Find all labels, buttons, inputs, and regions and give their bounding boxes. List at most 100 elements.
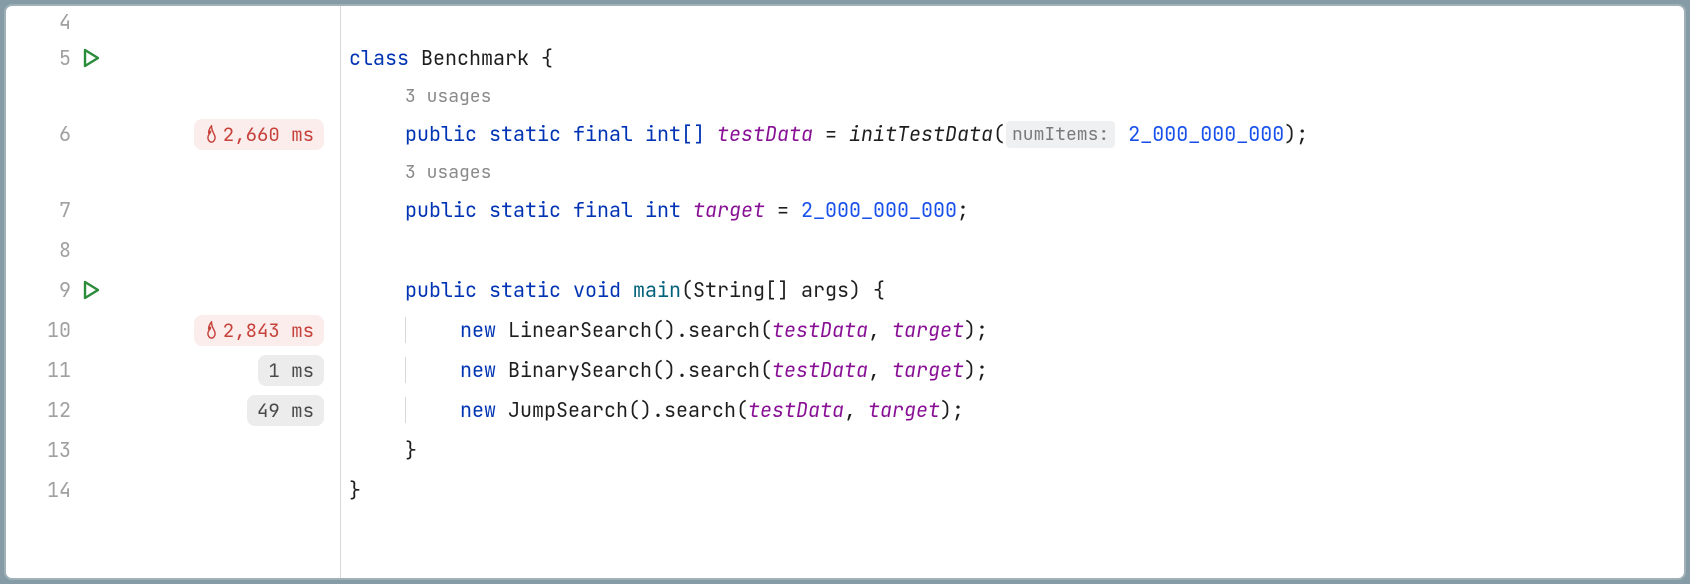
field-ref: target xyxy=(892,357,964,383)
field-ref: target xyxy=(892,317,964,343)
class-ref: JumpSearch xyxy=(508,397,628,423)
paren: ); xyxy=(1284,121,1308,147)
indent-guide xyxy=(405,397,406,423)
method-call: initTestData xyxy=(849,121,993,147)
comma: , xyxy=(844,397,868,423)
keyword: public xyxy=(405,277,477,303)
keyword: static xyxy=(489,197,561,223)
run-icon[interactable] xyxy=(81,48,101,68)
type: int[] xyxy=(645,121,705,147)
keyword: public xyxy=(405,121,477,147)
code-editor[interactable]: 4 5 6 xyxy=(6,6,1684,578)
code-line[interactable]: new LinearSearch().search(testData, targ… xyxy=(349,310,1684,350)
gutter-row: 14 xyxy=(6,470,332,510)
paren: ) xyxy=(849,277,861,303)
gutter-row: 12 49 ms xyxy=(6,390,332,430)
inlay-hint-row[interactable]: 3 usages xyxy=(349,78,1684,114)
field-ref: testData xyxy=(772,317,868,343)
code-line[interactable]: } xyxy=(349,470,1684,510)
call-chain: ().search( xyxy=(652,357,772,383)
keyword: public xyxy=(405,197,477,223)
code-area[interactable]: class Benchmark { 3 usages public static… xyxy=(341,6,1684,578)
field-ref: target xyxy=(868,397,940,423)
gutter-hint-spacer xyxy=(6,78,332,114)
class-ref: LinearSearch xyxy=(508,317,652,343)
indent-guide xyxy=(405,357,406,383)
brace: } xyxy=(405,437,417,463)
gutter-row: 6 2,660 ms xyxy=(6,114,332,154)
paren: ); xyxy=(940,397,964,423)
editor-frame: 4 5 6 xyxy=(4,4,1686,580)
inlay-hint-row[interactable]: 3 usages xyxy=(349,154,1684,190)
keyword: new xyxy=(460,357,496,383)
paren: ( xyxy=(681,277,693,303)
brace: } xyxy=(349,477,361,503)
field-ref: testData xyxy=(772,357,868,383)
keyword: new xyxy=(460,317,496,343)
call-chain: ().search( xyxy=(652,317,772,343)
paren: ( xyxy=(993,121,1005,147)
usages-hint[interactable]: 3 usages xyxy=(349,85,491,108)
code-line[interactable] xyxy=(349,230,1684,270)
number: 2_000_000_000 xyxy=(801,197,957,223)
call-chain: ().search( xyxy=(628,397,748,423)
method-name: main xyxy=(633,277,681,303)
line-number: 10 xyxy=(6,317,81,343)
code-line[interactable]: } xyxy=(349,430,1684,470)
gutter-row: 5 xyxy=(6,38,332,78)
code-line[interactable]: public static final int target = 2_000_0… xyxy=(349,190,1684,230)
gutter-hint-spacer xyxy=(6,154,332,190)
gutter-row: 13 xyxy=(6,430,332,470)
line-number: 8 xyxy=(6,237,81,263)
type: int xyxy=(645,197,681,223)
code-line[interactable]: class Benchmark { xyxy=(349,38,1684,78)
class-ref: BinarySearch xyxy=(508,357,652,383)
usages-hint[interactable]: 3 usages xyxy=(349,161,491,184)
timing-value: 2,660 ms xyxy=(223,122,314,147)
line-number: 13 xyxy=(6,437,81,463)
profile-timing-badge[interactable]: 1 ms xyxy=(258,355,324,386)
code-line[interactable]: new BinarySearch().search(testData, targ… xyxy=(349,350,1684,390)
field-ref: testData xyxy=(748,397,844,423)
comma: , xyxy=(868,357,892,383)
indent-guide xyxy=(405,317,406,343)
assign: = xyxy=(765,197,801,223)
line-number: 12 xyxy=(6,397,81,423)
keyword: new xyxy=(460,397,496,423)
run-icon[interactable] xyxy=(81,280,101,300)
line-number: 7 xyxy=(6,197,81,223)
parameter-hint: numItems: xyxy=(1006,121,1115,148)
gutter-row: 9 xyxy=(6,270,332,310)
code-line[interactable]: public static final int[] testData = ini… xyxy=(349,114,1684,154)
timing-value: 1 ms xyxy=(268,358,314,383)
assign: = xyxy=(813,121,849,147)
paren: ); xyxy=(964,357,988,383)
line-number: 14 xyxy=(6,477,81,503)
keyword: final xyxy=(573,197,633,223)
number: 2_000_000_000 xyxy=(1128,121,1284,147)
keyword: void xyxy=(573,277,621,303)
keyword: class xyxy=(349,45,409,71)
timing-value: 49 ms xyxy=(257,398,314,423)
brace: { xyxy=(529,45,553,71)
param: args xyxy=(801,277,849,303)
line-number: 6 xyxy=(6,121,81,147)
flame-icon xyxy=(204,321,219,339)
line-number: 11 xyxy=(6,357,81,383)
profile-timing-badge[interactable]: 49 ms xyxy=(247,395,324,426)
line-number: 5 xyxy=(6,45,81,71)
brace: { xyxy=(861,277,885,303)
code-line[interactable] xyxy=(349,6,1684,38)
keyword: static xyxy=(489,121,561,147)
field-name: testData xyxy=(717,121,813,147)
code-line[interactable]: new JumpSearch().search(testData, target… xyxy=(349,390,1684,430)
profile-timing-badge[interactable]: 2,660 ms xyxy=(194,119,324,150)
gutter-row: 7 xyxy=(6,190,332,230)
profile-timing-badge[interactable]: 2,843 ms xyxy=(194,315,324,346)
keyword: final xyxy=(573,121,633,147)
keyword: static xyxy=(489,277,561,303)
gutter-row: 4 xyxy=(6,6,332,38)
gutter-row: 11 1 ms xyxy=(6,350,332,390)
paren: ); xyxy=(964,317,988,343)
code-line[interactable]: public static void main(String[] args) { xyxy=(349,270,1684,310)
